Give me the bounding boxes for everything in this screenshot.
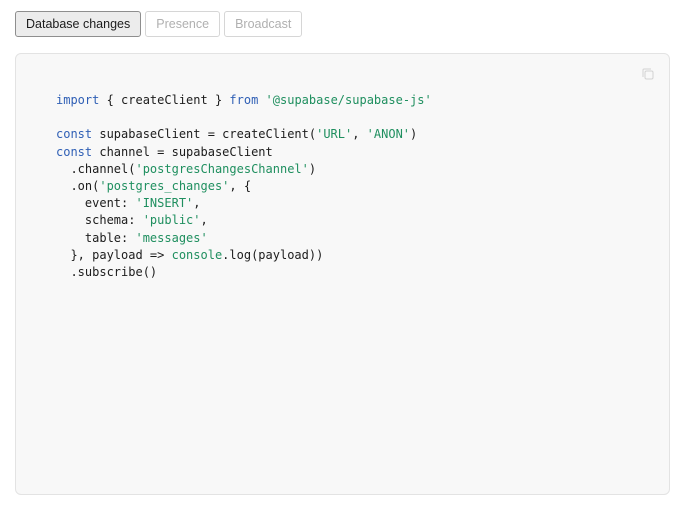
code-token: 'URL' xyxy=(316,127,353,142)
tab-database-changes[interactable]: Database changes xyxy=(15,11,142,37)
tab-bar: Database changes Presence Broadcast xyxy=(15,11,303,37)
tab-broadcast[interactable]: Broadcast xyxy=(224,11,303,37)
code-token: .subscribe() xyxy=(56,265,158,280)
code-token: schema: xyxy=(56,213,143,228)
code-token: }, payload => xyxy=(56,247,172,262)
code-token: .on( xyxy=(56,179,100,194)
code-token: from xyxy=(229,93,259,107)
code-token: ) xyxy=(308,161,317,176)
code-token: event: xyxy=(56,196,136,211)
code-token: 'ANON' xyxy=(366,127,411,142)
code-token: , { xyxy=(229,179,252,194)
code-token: 'INSERT' xyxy=(135,196,194,211)
code-block: import { createClient } from '@supabase/… xyxy=(15,53,670,495)
copy-icon[interactable] xyxy=(641,67,655,81)
code-token: { createClient } xyxy=(99,93,230,107)
code-token: import xyxy=(56,93,100,107)
code-token: ) xyxy=(410,127,418,142)
code-token: const xyxy=(56,127,93,142)
code-token: channel = supabaseClient xyxy=(92,144,273,159)
code-token: .channel( xyxy=(56,161,136,176)
code-token: '@supabase/supabase-js' xyxy=(265,93,432,107)
code-token: 'postgresChangesChannel' xyxy=(135,161,309,176)
code-text: import { createClient } from '@supabase/… xyxy=(56,93,432,280)
code-token: 'public' xyxy=(142,213,201,228)
code-token: console xyxy=(171,247,223,262)
code-token: supabaseClient = createClient( xyxy=(92,127,317,142)
code-token: 'postgres_changes' xyxy=(99,179,230,194)
tab-presence[interactable]: Presence xyxy=(145,11,221,37)
code-token: 'messages' xyxy=(135,230,208,245)
code-token: const xyxy=(56,144,93,159)
code-token: table: xyxy=(56,230,136,245)
code-token: .log(payload)) xyxy=(222,247,324,262)
code-token: , xyxy=(352,127,367,142)
